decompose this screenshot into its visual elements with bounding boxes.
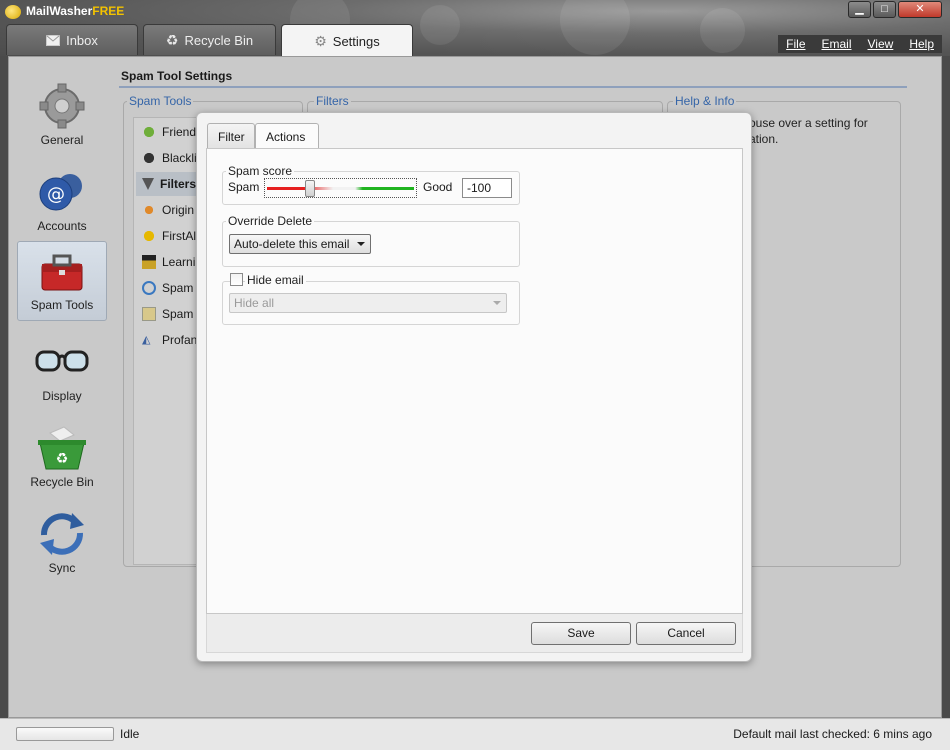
app-title: MailWasherFREE [26,4,125,18]
glasses-icon [35,350,89,372]
spam-filter-icon [142,281,156,295]
sidebar-item-spam-tools[interactable]: Spam Tools [17,241,107,321]
hide-email-checkbox[interactable] [230,273,243,286]
slider-thumb[interactable] [304,180,315,197]
filters-label: Filters [314,94,351,108]
sidebar-item-general[interactable]: General [17,77,107,157]
chevron-down-icon [357,242,365,246]
blacklist-icon [142,151,156,165]
spam-report-icon [142,307,156,321]
tab-settings[interactable]: ⚙ Settings [281,24,413,57]
sidebar-item-display[interactable]: Display [17,333,107,413]
override-delete-label: Override Delete [226,214,315,228]
dialog-footer: Save Cancel [206,614,743,653]
svg-text:♻: ♻ [56,451,69,467]
maximize-button[interactable]: □ [873,1,896,18]
menu-help[interactable]: Help [901,35,942,53]
last-checked-text: Default mail last checked: 6 mins ago [733,727,932,741]
svg-text:@: @ [47,184,65,205]
menu-email[interactable]: Email [814,35,860,53]
tab-recycle-bin[interactable]: ♻ Recycle Bin [143,24,276,55]
recycle-bin-icon: ♻ [38,426,86,470]
sidebar-item-sync[interactable]: Sync [17,505,107,585]
origin-icon [142,203,156,217]
tab-filter[interactable]: Filter [207,123,255,149]
progress-bar [16,727,114,741]
menu-view[interactable]: View [860,35,902,53]
spam-score-slider[interactable] [264,178,417,198]
recycle-icon: ♻ [165,31,179,48]
sidebar-item-accounts[interactable]: @ Accounts [17,163,107,243]
spam-tools-label: Spam Tools [127,94,194,108]
sidebar-item-recycle-bin[interactable]: ♻ Recycle Bin [17,419,107,499]
firstalert-icon [142,229,156,243]
section-title: Spam Tool Settings [121,69,233,83]
tab-inbox[interactable]: Inbox [6,24,138,55]
accounts-icon: @ [39,174,82,211]
hide-email-select[interactable]: Hide all [229,293,507,313]
title-bar: MailWasherFREE ▁ □ ✕ Inbox ♻ Recycle Bin… [0,0,950,57]
menu-file[interactable]: File [778,35,813,53]
hide-email-label: Hide email [245,273,306,287]
close-button[interactable]: ✕ [898,1,942,18]
status-text: Idle [120,727,140,741]
app-logo-icon [5,5,21,19]
actions-panel: Spam score Spam Good -100 Override Delet… [206,148,743,614]
friends-icon [142,125,156,139]
help-label: Help & Info [673,94,737,108]
cancel-button[interactable]: Cancel [636,622,736,645]
status-bar: Idle Default mail last checked: 6 mins a… [0,718,950,750]
help-text: ouse over a setting for ation. [749,116,868,146]
tab-actions[interactable]: Actions [255,123,319,150]
learning-icon [142,255,156,269]
envelope-icon [46,34,61,46]
good-label: Good [423,180,453,194]
save-button[interactable]: Save [531,622,631,645]
menu-bar: File Email View Help [778,35,942,53]
gear-icon [39,83,85,129]
slider-track [267,187,414,190]
spam-score-label: Spam score [226,164,295,178]
filter-icon [142,178,154,190]
spam-label: Spam [228,180,260,194]
profanity-icon: ◭ [142,334,151,346]
override-delete-select[interactable]: Auto-delete this email [229,234,371,254]
section-divider [119,86,907,88]
sync-icon [40,513,84,555]
minimize-button[interactable]: ▁ [848,1,871,18]
toolbox-icon [41,254,83,291]
chevron-down-icon [493,301,501,305]
spam-score-input[interactable]: -100 [462,178,512,198]
filter-dialog: Filter Actions Spam score Spam Good -100… [196,112,752,662]
gear-icon: ⚙ [314,32,327,49]
